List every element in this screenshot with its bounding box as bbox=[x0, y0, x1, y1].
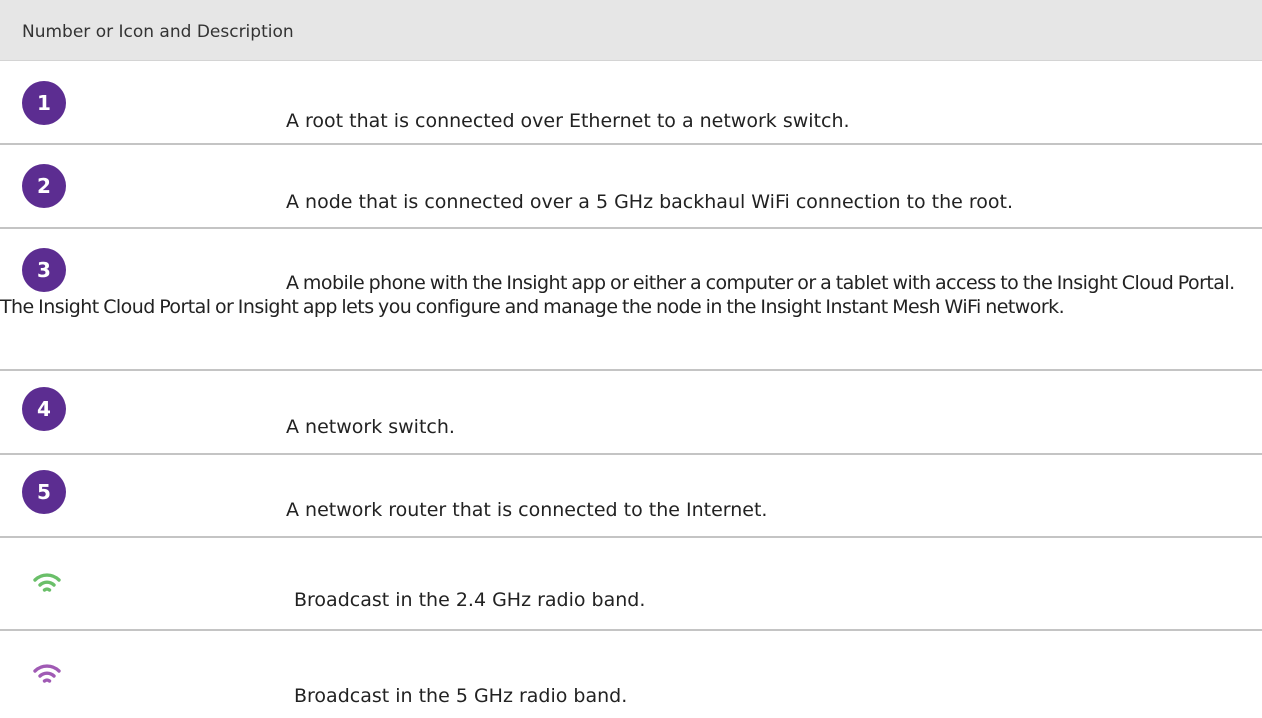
table-header-label: Number or Icon and Description bbox=[22, 22, 294, 42]
number-badge-text: 5 bbox=[37, 480, 51, 504]
wifi-purple-icon bbox=[33, 664, 61, 683]
row-description-6: Broadcast in the 2.4 GHz radio band. bbox=[294, 589, 646, 611]
table-header: Number or Icon and Description bbox=[0, 0, 1262, 61]
number-badge-text: 1 bbox=[37, 91, 51, 115]
row-description-1: A root that is connected over Ethernet t… bbox=[286, 110, 850, 132]
row-divider bbox=[0, 143, 1262, 145]
number-badge-text: 4 bbox=[37, 397, 51, 421]
row-description-7: Broadcast in the 5 GHz radio band. bbox=[294, 685, 628, 707]
number-badge-5: 5 bbox=[22, 470, 66, 514]
row-divider bbox=[0, 369, 1262, 371]
row-description-2: A node that is connected over a 5 GHz ba… bbox=[286, 191, 1014, 213]
row-divider bbox=[0, 629, 1262, 631]
row-description-4: A network switch. bbox=[286, 416, 455, 438]
number-badge-1: 1 bbox=[22, 81, 66, 125]
number-badge-text: 2 bbox=[37, 174, 51, 198]
row-divider bbox=[0, 453, 1262, 455]
row-divider bbox=[0, 227, 1262, 229]
number-badge-4: 4 bbox=[22, 387, 66, 431]
wifi-green-icon bbox=[33, 573, 61, 592]
number-badge-2: 2 bbox=[22, 164, 66, 208]
row-description-3: A mobile phone with the Insight app or e… bbox=[0, 272, 1235, 318]
row-description-5: A network router that is connected to th… bbox=[286, 499, 768, 521]
row-divider bbox=[0, 536, 1262, 538]
